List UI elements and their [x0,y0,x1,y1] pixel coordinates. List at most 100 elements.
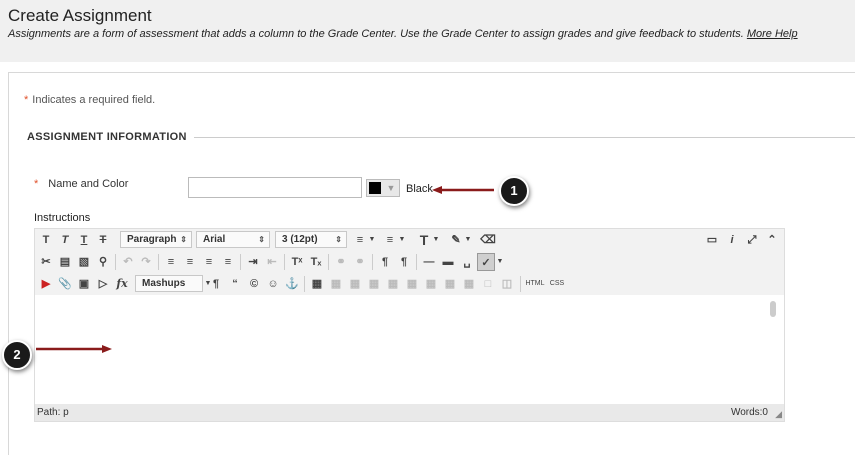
editor-content-area[interactable] [35,297,784,402]
indent-icon[interactable]: ⇥ [244,253,262,271]
toolbar-separator [328,254,329,270]
insert-image-icon[interactable]: ▣ [75,275,93,293]
paragraph-format-select[interactable]: Paragraph ⇕ [120,231,192,248]
paste-icon[interactable]: ▧ [75,253,93,271]
name-label-text: Name and Color [48,178,129,190]
youtube-icon[interactable]: ▶ [37,275,55,293]
underline-button[interactable]: T [75,231,93,249]
insert-table-icon[interactable]: ▦ [308,275,326,293]
table-split-cell-icon[interactable]: ▦ [460,275,478,293]
ltr-icon[interactable]: ¶ [376,253,394,271]
table-row-before-icon[interactable]: ▦ [346,275,364,293]
superscript-icon[interactable]: Tˣ [288,253,306,271]
more-help-link[interactable]: More Help [747,28,798,40]
insert-media-icon[interactable]: ▷ [94,275,112,293]
table-delete-icon[interactable]: ◫ [498,275,516,293]
updown-icon: ⇕ [180,235,187,244]
toolbar-separator [304,276,305,292]
paragraph-mark-icon[interactable]: ¶ [207,275,225,293]
color-picker[interactable]: ▼ [366,179,400,197]
collapse-icon[interactable]: ⌃ [763,231,781,249]
toolbar-separator [520,276,521,292]
toolbar-separator [158,254,159,270]
updown-icon: ⇕ [335,235,342,244]
font-size-value: 3 (12pt) [282,234,318,245]
table-row-after-icon[interactable]: ▦ [365,275,383,293]
info-icon[interactable]: i [723,231,741,249]
toolbar-separator [372,254,373,270]
toolbar-separator [416,254,417,270]
editor-scrollbar[interactable] [770,301,776,317]
chevron-down-icon[interactable]: ▼ [463,231,473,249]
copy-icon[interactable]: ▤ [56,253,74,271]
redo-icon[interactable]: ↷ [137,253,155,271]
editor-toolbar-row-2: ✂ ▤ ▧ ⚲ ↶ ↷ ≡ ≡ ≡ ≡ ⇥ ⇤ Tˣ Tₓ ⚭ ⚭ ¶ ¶ — … [35,251,784,273]
table-col-after-icon[interactable]: ▦ [422,275,440,293]
font-family-value: Arial [203,234,226,245]
align-right-icon[interactable]: ≡ [200,253,218,271]
fullscreen-icon[interactable]: ⤢ [743,231,761,249]
chevron-down-icon[interactable]: ▼ [367,231,377,249]
paragraph-format-value: Paragraph [127,234,177,245]
find-icon[interactable]: ⚲ [94,253,112,271]
link-icon[interactable]: ⚭ [332,253,350,271]
math-formula-icon[interactable]: fx [113,275,131,293]
cut-icon[interactable]: ✂ [37,253,55,271]
callout-arrow-left-icon [432,186,494,194]
nonbreaking-space-icon[interactable]: ␣ [458,253,476,271]
word-count: Words:0 [730,407,768,418]
attach-file-icon[interactable]: 📎 [56,275,74,293]
toolbar-separator [284,254,285,270]
emoticon-icon[interactable]: ☺ [264,275,282,293]
table-delete-row-icon[interactable]: ▦ [384,275,402,293]
page-description-text: Assignments are a form of assessment tha… [8,28,744,40]
eraser-icon[interactable]: ⌫ [479,231,497,249]
editor-status-bar: Path: p Words:0 ◢ [35,404,784,421]
table-merge-cell-icon[interactable]: □ [479,275,497,293]
resize-grip-icon[interactable]: ◢ [775,409,782,420]
strikethrough-button[interactable]: T [94,231,112,249]
rtl-icon[interactable]: ¶ [395,253,413,271]
spellcheck-icon[interactable]: ✓ [477,253,495,271]
required-note: * Indicates a required field. [24,94,155,106]
editor-toolbar-row-1: T T T T Paragraph ⇕ Arial ⇕ 3 (12pt) ⇕ ≡ ▼ … [35,229,784,251]
chevron-down-icon[interactable]: ▼ [431,231,441,249]
chevron-down-icon: ▼ [386,183,396,193]
text-editor: T T T T Paragraph ⇕ Arial ⇕ 3 (12pt) ⇕ ≡ ▼ … [34,228,785,422]
color-name: Black [406,183,433,195]
anchor-icon[interactable]: ⚓ [283,275,301,293]
copyright-icon[interactable]: © [245,275,263,293]
horizontal-rule-icon[interactable]: — [420,253,438,271]
thick-rule-icon[interactable]: ▬ [439,253,457,271]
assignment-name-input[interactable] [188,177,362,198]
align-left-icon[interactable]: ≡ [162,253,180,271]
unlink-icon[interactable]: ⚭ [351,253,369,271]
table-props-icon[interactable]: ▦ [327,275,345,293]
instructions-label: Instructions [34,212,91,224]
mashups-select[interactable]: Mashups [135,275,203,292]
chevron-down-icon[interactable]: ▼ [397,231,407,249]
chevron-down-icon[interactable]: ▼ [495,253,505,271]
name-label: * Name and Color [34,178,128,190]
outdent-icon[interactable]: ⇤ [263,253,281,271]
css-button[interactable]: CSS [547,275,567,293]
callout-badge-2: 2 [2,340,32,370]
callout-arrow-right-icon [36,345,112,353]
required-note-text: Indicates a required field. [32,94,156,106]
quote-icon[interactable]: “ [226,275,244,293]
subscript-icon[interactable]: Tₓ [307,253,325,271]
required-star: * [34,178,39,190]
preview-icon[interactable]: ▭ [703,231,721,249]
align-justify-icon[interactable]: ≡ [219,253,237,271]
table-delete-col-icon[interactable]: ▦ [441,275,459,293]
font-family-select[interactable]: Arial ⇕ [196,231,270,248]
undo-icon[interactable]: ↶ [119,253,137,271]
align-center-icon[interactable]: ≡ [181,253,199,271]
bold-button[interactable]: T [37,231,55,249]
page-header: Create Assignment Assignments are a form… [0,0,855,62]
font-size-select[interactable]: 3 (12pt) ⇕ [275,231,347,248]
html-button[interactable]: HTML [524,275,546,293]
mashups-label: Mashups [142,278,186,289]
table-col-before-icon[interactable]: ▦ [403,275,421,293]
italic-button[interactable]: T [56,231,74,249]
